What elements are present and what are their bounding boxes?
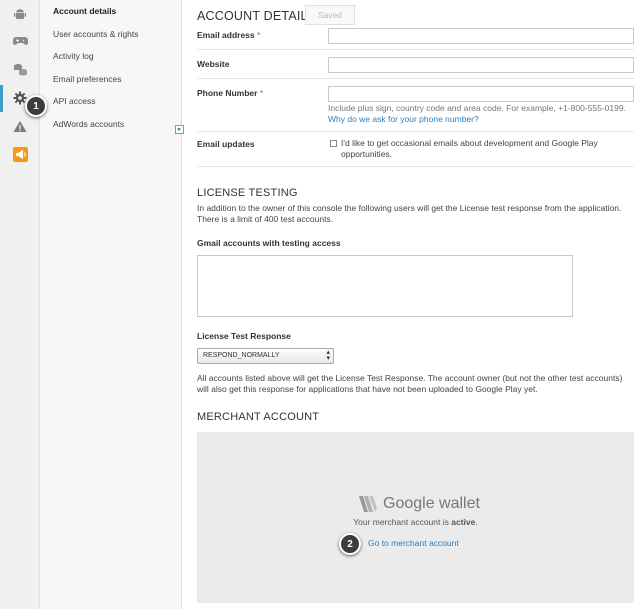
merchant-panel: Google wallet Your merchant account is a… (197, 432, 634, 603)
go-to-merchant-link[interactable]: Go to merchant account (368, 538, 459, 548)
warning-icon[interactable] (12, 118, 28, 134)
license-note-text: All accounts listed above will get the L… (197, 373, 623, 394)
nav-item-adwords-accounts[interactable]: AdWords accounts (53, 119, 124, 129)
google-wallet-logo: Google wallet (357, 493, 480, 515)
divider (197, 49, 634, 50)
license-response-value: RESPOND_NORMALLY (203, 352, 280, 359)
coins-icon[interactable] (12, 61, 28, 77)
nav-item-api-access[interactable]: API access (53, 96, 96, 106)
merchant-status-text: Your merchant account is active. (353, 517, 478, 527)
gmail-accounts-textarea[interactable] (197, 255, 573, 317)
gmail-accounts-label: Gmail accounts with testing access (197, 238, 341, 248)
website-label: Website (197, 59, 230, 69)
divider (197, 131, 634, 132)
license-testing-heading: LICENSE TESTING (197, 187, 298, 199)
select-arrows-icon: ▴ ▾ (326, 349, 330, 362)
website-field[interactable] (328, 57, 634, 73)
merchant-status-value: active (451, 517, 476, 527)
license-response-label: License Test Response (197, 331, 291, 341)
email-label: Email address * (197, 30, 261, 40)
megaphone-icon[interactable] (12, 146, 28, 162)
android-icon[interactable] (12, 6, 28, 22)
merchant-account-heading: MERCHANT ACCOUNT (197, 411, 320, 423)
nav-item-user-accounts[interactable]: User accounts & rights (53, 29, 139, 39)
saved-button[interactable]: Saved (305, 5, 355, 25)
divider (197, 166, 634, 167)
icon-rail (0, 0, 40, 609)
callout-marker-1: 1 (25, 95, 47, 117)
license-response-select[interactable]: RESPOND_NORMALLY ▴ ▾ (197, 348, 334, 364)
license-intro-text: In addition to the owner of this console… (197, 203, 622, 224)
phone-why-link[interactable]: Why do we ask for your phone number? (328, 114, 479, 124)
wallet-icon (359, 496, 377, 512)
phone-field[interactable] (328, 86, 634, 102)
phone-label: Phone Number * (197, 88, 264, 98)
gamepad-icon[interactable] (12, 33, 28, 49)
email-updates-label: Email updates (197, 139, 255, 149)
phone-help-text: Include plus sign, country code and area… (328, 103, 626, 113)
callout-marker-2: 2 (339, 533, 361, 555)
settings-nav: Account details User accounts & rights A… (40, 0, 184, 609)
nav-item-account-details[interactable]: Account details (53, 6, 116, 16)
email-field[interactable] (328, 28, 634, 44)
email-updates-text: I'd like to get occasional emails about … (341, 138, 598, 159)
email-updates-checkbox[interactable] (330, 140, 337, 147)
nav-item-activity-log[interactable]: Activity log (53, 51, 94, 61)
divider (197, 78, 634, 79)
active-indicator (0, 85, 3, 112)
page-title: ACCOUNT DETAILS (197, 9, 317, 23)
nav-item-email-preferences[interactable]: Email preferences (53, 74, 122, 84)
main-content: ACCOUNT DETAILS Saved Email address * We… (183, 0, 640, 609)
